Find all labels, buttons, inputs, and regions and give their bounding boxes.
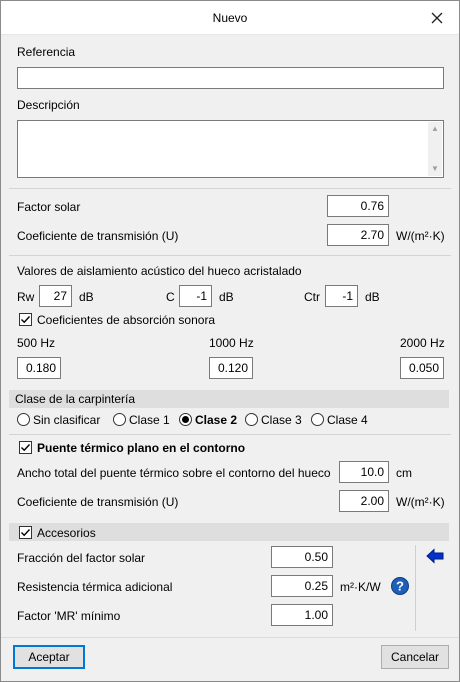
rw-input[interactable]: 27: [39, 285, 72, 307]
resistencia-input[interactable]: 0.25: [271, 575, 333, 597]
rw-label: Rw: [17, 290, 35, 304]
c-unit: dB: [219, 290, 234, 304]
factor-solar-input[interactable]: 0.76: [327, 195, 389, 217]
factor-solar-label: Factor solar: [17, 200, 81, 214]
ancho-unit: cm: [396, 466, 412, 480]
rw-unit: dB: [79, 290, 94, 304]
c-label: C: [166, 290, 175, 304]
coef-transmision-input[interactable]: 2.70: [327, 224, 389, 246]
descripcion-label: Descripción: [17, 98, 80, 112]
radio-clase-3[interactable]: [245, 413, 258, 426]
dialog-window: Nuevo Referencia Descripción ▲ ▼ Factor …: [0, 0, 460, 682]
coef-transmision-label: Coeficiente de transmisión (U): [17, 229, 179, 243]
freq-500-label: 500 Hz: [17, 336, 56, 350]
arrow-left-icon[interactable]: [425, 547, 445, 565]
carpinteria-heading: Clase de la carpintería: [15, 392, 136, 406]
descripcion-textarea[interactable]: ▲ ▼: [17, 120, 444, 178]
scroll-down-icon[interactable]: ▼: [428, 162, 442, 176]
radio-clase-2-label: Clase 2: [195, 413, 238, 427]
puente-coef-label: Coeficiente de transmisión (U): [17, 495, 179, 509]
absorcion-checkbox[interactable]: [19, 313, 32, 326]
footer: Aceptar Cancelar: [1, 637, 459, 681]
ctr-label: Ctr: [304, 290, 320, 304]
freq-2000-label: 2000 Hz: [400, 336, 445, 350]
puente-label: Puente térmico plano en el contorno: [37, 441, 246, 455]
accesorios-checkbox[interactable]: [19, 526, 32, 539]
puente-coef-unit: W/(m²·K): [396, 495, 445, 509]
freq-2000-input[interactable]: 0.050: [400, 357, 444, 379]
vertical-divider: [415, 545, 416, 631]
ctr-input[interactable]: -1: [325, 285, 358, 307]
fraccion-label: Fracción del factor solar: [17, 551, 146, 565]
coef-transmision-unit: W/(m²·K): [396, 229, 445, 243]
cancel-button[interactable]: Cancelar: [381, 645, 449, 669]
radio-clase-4-label: Clase 4: [327, 413, 368, 427]
c-input[interactable]: -1: [179, 285, 212, 307]
scroll-up-icon[interactable]: ▲: [428, 122, 442, 136]
divider: [9, 255, 451, 256]
close-icon[interactable]: [429, 10, 445, 26]
freq-1000-input[interactable]: 0.120: [209, 357, 253, 379]
ancho-label: Ancho total del puente térmico sobre el …: [17, 466, 331, 480]
divider: [9, 188, 451, 189]
help-icon[interactable]: ?: [390, 576, 410, 596]
descripcion-scrollbar[interactable]: ▲ ▼: [428, 122, 442, 176]
acustico-heading: Valores de aislamiento acústico del huec…: [17, 264, 302, 278]
mr-label: Factor 'MR' mínimo: [17, 609, 121, 623]
ancho-input[interactable]: 10.0: [339, 461, 389, 483]
absorcion-label: Coeficientes de absorción sonora: [37, 313, 216, 327]
radio-clase-3-label: Clase 3: [261, 413, 302, 427]
radio-sin-clasificar[interactable]: [17, 413, 30, 426]
radio-sin-clasificar-label: Sin clasificar: [33, 413, 101, 427]
puente-checkbox[interactable]: [19, 441, 32, 454]
window-title: Nuevo: [212, 11, 248, 25]
ctr-unit: dB: [365, 290, 380, 304]
referencia-input[interactable]: [17, 67, 444, 89]
title-bar: Nuevo: [1, 1, 459, 35]
radio-clase-1-label: Clase 1: [129, 413, 170, 427]
referencia-label: Referencia: [17, 45, 76, 59]
radio-clase-2[interactable]: [179, 413, 192, 426]
accesorios-label: Accesorios: [37, 526, 96, 540]
puente-coef-input[interactable]: 2.00: [339, 490, 389, 512]
accept-button[interactable]: Aceptar: [13, 645, 85, 669]
carpinteria-header: Clase de la carpintería: [9, 390, 449, 408]
resistencia-label: Resistencia térmica adicional: [17, 580, 173, 594]
divider: [9, 434, 451, 435]
radio-clase-1[interactable]: [113, 413, 126, 426]
fraccion-input[interactable]: 0.50: [271, 546, 333, 568]
svg-text:?: ?: [396, 579, 404, 594]
radio-clase-4[interactable]: [311, 413, 324, 426]
freq-1000-label: 1000 Hz: [209, 336, 254, 350]
mr-input[interactable]: 1.00: [271, 604, 333, 626]
freq-500-input[interactable]: 0.180: [17, 357, 61, 379]
resistencia-unit: m²·K/W: [340, 580, 381, 594]
